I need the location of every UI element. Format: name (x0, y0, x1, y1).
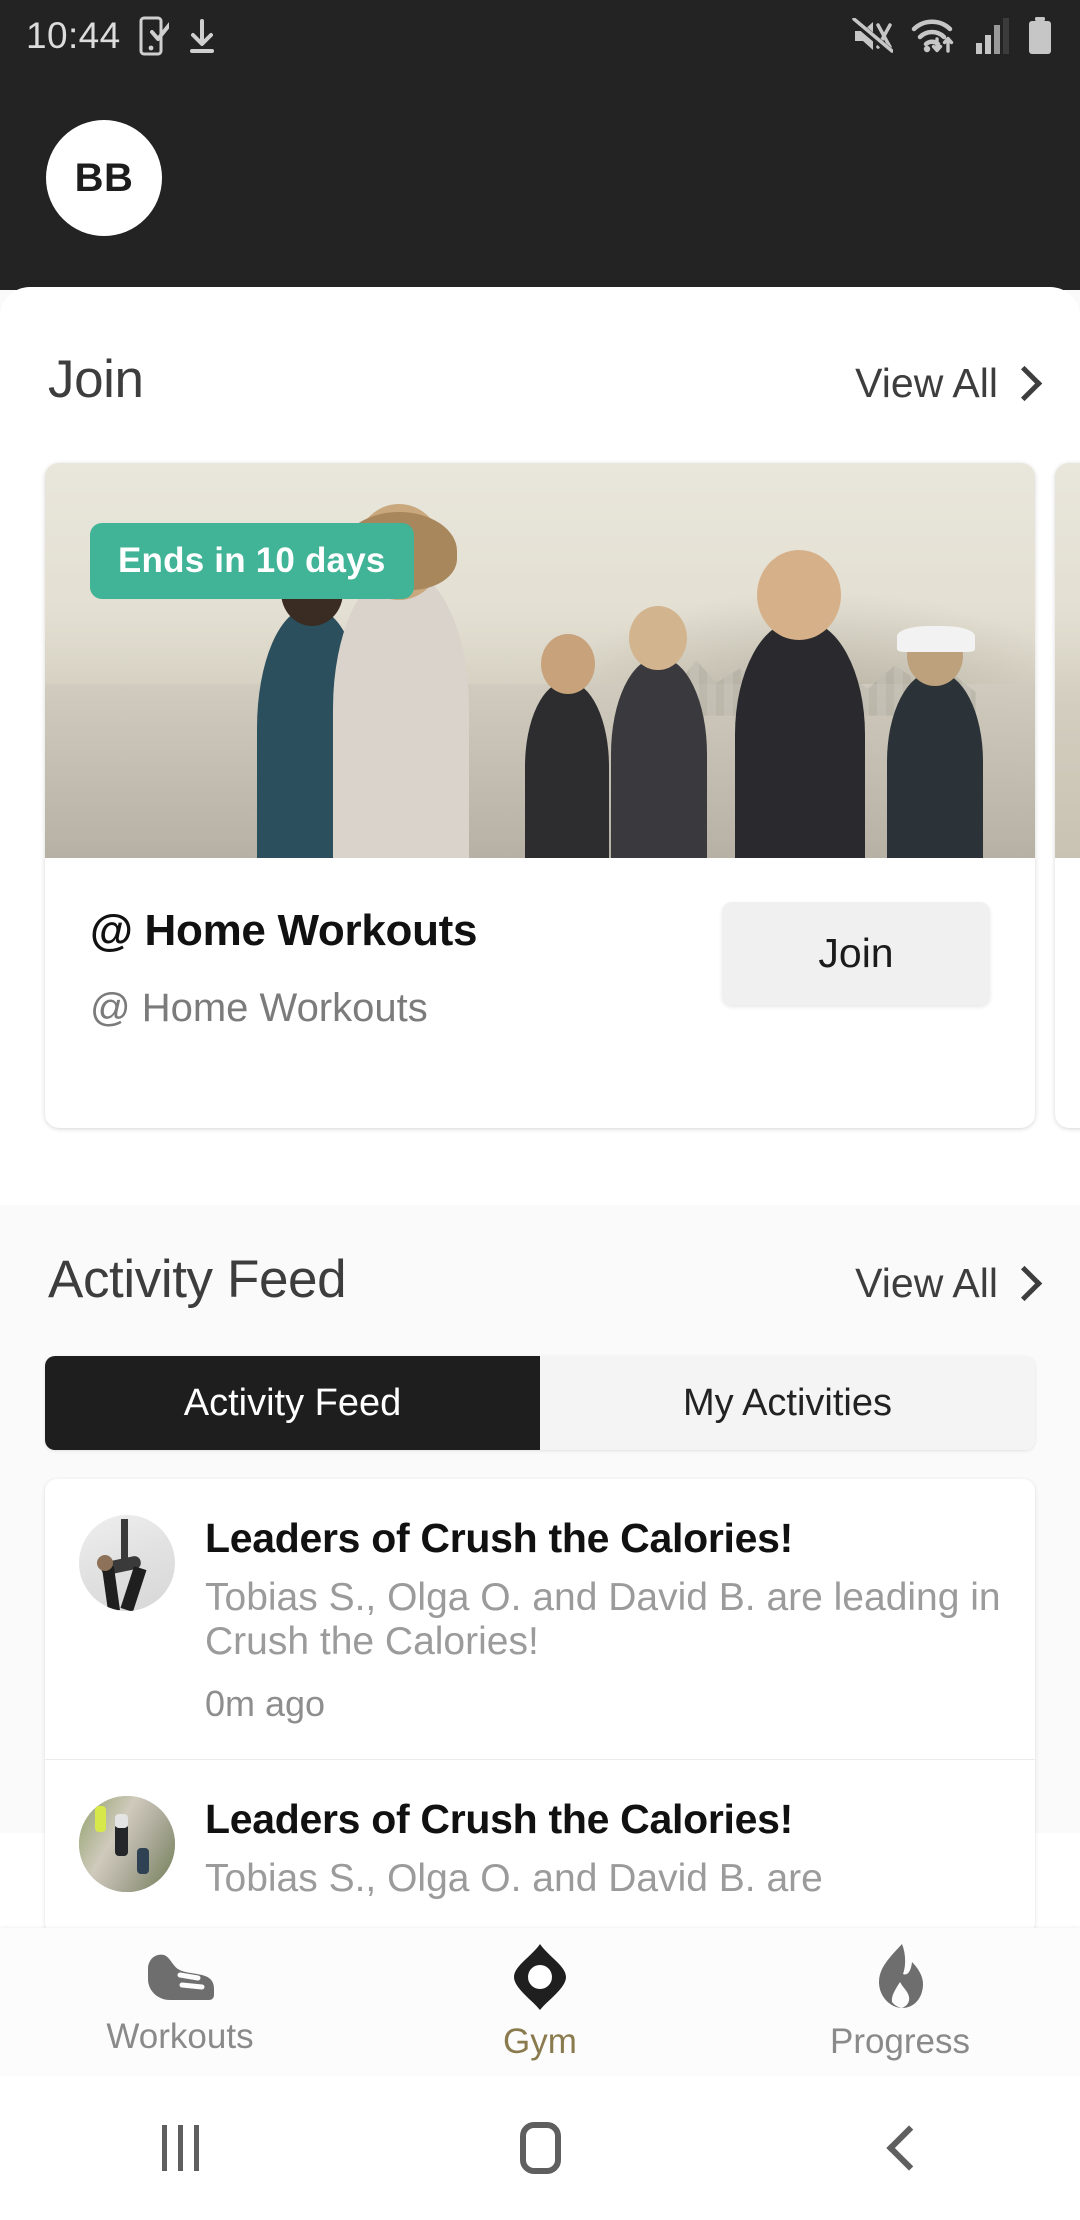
challenge-card[interactable]: Ends in 10 days @ Home Workouts @ Home W… (45, 463, 1035, 1128)
activity-feed-section: Activity Feed View All Activity Feed My … (0, 1205, 1080, 1928)
avatar (79, 1515, 175, 1611)
home-icon (519, 2122, 561, 2174)
feed-item-title: Leaders of Crush the Calories! (205, 1796, 793, 1843)
challenge-subtitle: @ Home Workouts (90, 986, 428, 1030)
signal-icon (976, 18, 1009, 54)
chevron-right-icon (1012, 1267, 1032, 1301)
android-navigation-bar (0, 2076, 1080, 2220)
bottom-navigation: Workouts Gym Progress (0, 1928, 1080, 2076)
hero-runner-4-head (629, 606, 687, 670)
challenge-title: @ Home Workouts (90, 906, 478, 955)
recents-icon (161, 2125, 199, 2171)
challenge-text-block: @ Home Workouts @ Home Workouts (90, 902, 722, 1031)
activity-section-header: Activity Feed View All (0, 1249, 1080, 1310)
join-view-all-button[interactable]: View All (855, 360, 1032, 407)
avatar-silhouette-part (115, 1814, 128, 1829)
list-item[interactable]: Leaders of Crush the Calories! Tobias S.… (45, 1759, 1035, 1928)
challenge-card-next[interactable] (1055, 463, 1080, 1128)
battery-icon (1029, 17, 1051, 54)
back-button[interactable] (720, 2126, 1080, 2170)
hero-runner-6 (887, 672, 983, 858)
feed-item-title: Leaders of Crush the Calories! (205, 1515, 793, 1561)
join-carousel[interactable]: Ends in 10 days @ Home Workouts @ Home W… (0, 463, 1080, 1143)
gym-diamond-icon (514, 1944, 566, 2010)
challenge-hero-image-next (1055, 463, 1080, 858)
app-header: 10:44 BB (0, 0, 1080, 290)
tab-my-activities[interactable]: My Activities (540, 1356, 1035, 1450)
list-item[interactable]: Leaders of Crush the Calories! Tobias S.… (45, 1479, 1035, 1759)
avatar-silhouette-part (95, 1806, 106, 1833)
activity-feed-list: Leaders of Crush the Calories! Tobias S.… (45, 1479, 1035, 1928)
avatar (79, 1796, 175, 1893)
feed-item-timestamp: 0m ago (205, 1683, 326, 1725)
avatar-silhouette-part (137, 1848, 149, 1875)
mute-icon (851, 18, 893, 54)
avatar-silhouette-part (115, 1824, 128, 1857)
status-bar-clock: 10:44 (26, 15, 121, 56)
hero-runner-3-head (541, 634, 595, 694)
hero-runner-2 (333, 570, 469, 858)
content-sheet: Join View All Ends in 10 days @ Home Wor… (0, 287, 1080, 1928)
status-bar: 10:44 (0, 0, 1080, 72)
challenge-end-badge: Ends in 10 days (90, 523, 414, 599)
wifi-icon (911, 19, 954, 53)
status-bar-left: 10:44 (26, 15, 217, 57)
hero-runner-6-cap (897, 626, 975, 652)
challenge-card-body: @ Home Workouts @ Home Workouts Join (45, 858, 1035, 1031)
status-bar-right (851, 16, 1054, 56)
hero-runner-5-head (757, 550, 841, 640)
feed-item-description: Tobias S., Olga O. and David B. are (205, 1857, 823, 1901)
feed-text-block: Leaders of Crush the Calories! Tobias S.… (205, 1515, 1001, 1725)
activity-section-title: Activity Feed (48, 1250, 347, 1309)
feed-item-description: Tobias S., Olga O. and David B. are lead… (205, 1576, 1001, 1663)
recents-button[interactable] (0, 2125, 360, 2171)
challenge-hero-image: Ends in 10 days (45, 463, 1035, 858)
avatar[interactable]: BB (46, 120, 162, 236)
device-check-icon (139, 16, 169, 56)
hero-sky-next (1055, 463, 1080, 858)
nav-item-progress[interactable]: Progress (720, 1942, 1080, 2062)
feed-text-block: Leaders of Crush the Calories! Tobias S.… (205, 1796, 1001, 1901)
activity-tabs[interactable]: Activity Feed My Activities (45, 1356, 1035, 1450)
phone-screen: 10:44 BB Join View All Ends in 10 days @… (0, 0, 1080, 2220)
avatar-silhouette-part (101, 1566, 121, 1611)
profile-avatar-button[interactable]: BB (46, 120, 162, 236)
chevron-right-icon (1012, 367, 1032, 401)
join-section-header: Join View All (0, 287, 1080, 410)
nav-item-workouts[interactable]: Workouts (0, 1947, 360, 2057)
join-button[interactable]: Join (722, 902, 990, 1005)
avatar-silhouette-part (120, 1566, 147, 1611)
join-view-all-label: View All (855, 360, 998, 406)
activity-view-all-button[interactable]: View All (855, 1260, 1032, 1307)
avatar-initials: BB (74, 155, 134, 200)
flame-icon (879, 1944, 923, 2008)
hero-runner-3 (525, 682, 609, 858)
back-icon (887, 2126, 913, 2170)
nav-item-gym[interactable]: Gym (360, 1942, 720, 2062)
tab-activity-feed[interactable]: Activity Feed (45, 1356, 540, 1450)
nav-label-progress: Progress (829, 2022, 971, 2061)
download-icon (189, 19, 214, 53)
nav-label-workouts: Workouts (106, 2017, 254, 2056)
hero-runner-4 (611, 658, 707, 858)
nav-label-gym: Gym (503, 2022, 577, 2061)
hero-runner-5 (735, 620, 865, 858)
home-button[interactable] (360, 2122, 720, 2174)
join-section-title: Join (48, 350, 144, 409)
activity-view-all-label: View All (855, 1260, 998, 1306)
avatar-silhouette-head (97, 1555, 113, 1571)
shoe-icon (148, 1954, 214, 2000)
